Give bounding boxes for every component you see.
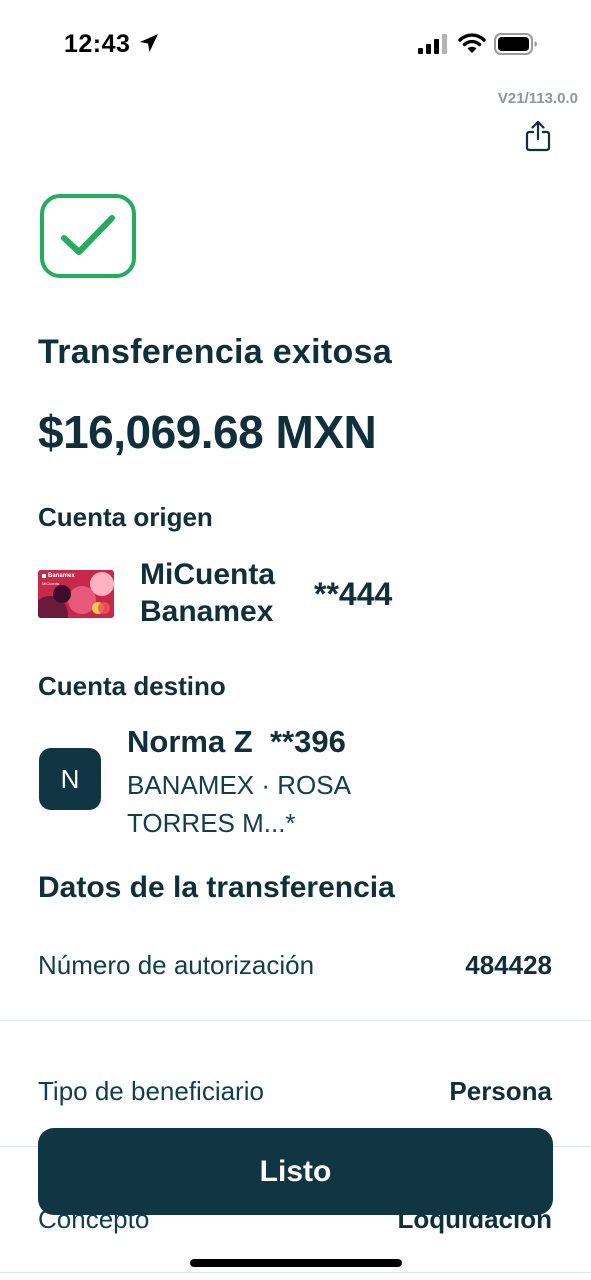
origin-label: Cuenta origen (38, 502, 213, 532)
cellular-signal-icon (418, 34, 447, 54)
origin-account-mask: **444 (314, 576, 393, 612)
location-arrow-icon (140, 34, 158, 52)
status-time: 12:43 (64, 30, 131, 58)
destination-label: Cuenta destino (38, 671, 226, 701)
success-badge (40, 194, 136, 278)
origin-account-name: MiCuenta Banamex (140, 558, 275, 628)
detail-value: Persona (449, 1076, 552, 1106)
battery-icon (494, 33, 537, 55)
wifi-icon (458, 33, 486, 53)
destination-mask: **396 (269, 724, 346, 759)
transfer-amount: $16,069.68 MXN (38, 406, 377, 458)
check-icon (61, 215, 115, 255)
app-version: V21/113.0.0 (497, 90, 578, 107)
detail-label: Tipo de beneficiario (38, 1076, 264, 1106)
share-icon[interactable] (524, 120, 552, 152)
done-button[interactable]: Listo (38, 1128, 553, 1215)
card-product-text: MiCuenta (42, 581, 60, 586)
destination-name: Norma Z (127, 724, 253, 759)
destination-name-line: Norma Z **396 (127, 724, 346, 760)
card-image: Banamex MiCuenta (38, 570, 114, 618)
detail-row: Número de autorización 484428 (0, 895, 591, 1021)
detail-value: 484428 (465, 950, 552, 980)
avatar: N (39, 748, 101, 810)
home-indicator (190, 1259, 402, 1267)
page-title: Transferencia exitosa (38, 333, 393, 371)
card-brand-text: Banamex (48, 573, 75, 579)
destination-bank: BANAMEX · ROSA TORRES M...* (127, 770, 350, 838)
detail-label: Número de autorización (38, 950, 315, 980)
status-bar: 12:43 (0, 0, 591, 90)
